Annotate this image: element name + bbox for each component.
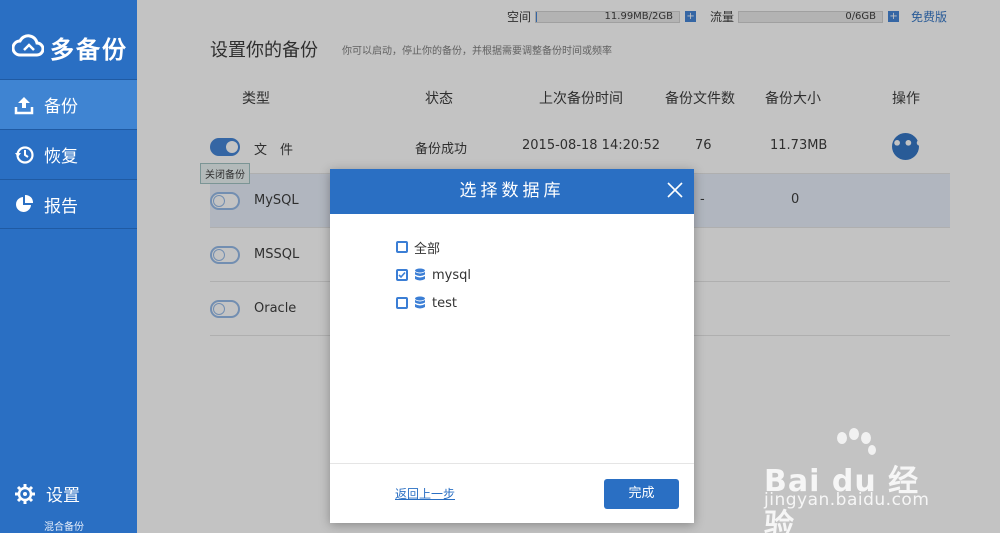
checkbox[interactable]: [396, 241, 408, 253]
back-link[interactable]: 返回上一步: [395, 485, 455, 502]
database-item-all[interactable]: 全部: [396, 233, 471, 261]
dialog-header: 选择数据库: [330, 169, 694, 214]
select-database-dialog: 选择数据库 全部 mysql test 返回上一步 完成: [330, 169, 694, 523]
cloud-logo-icon: [12, 34, 44, 57]
sidebar-item-restore[interactable]: 恢复: [0, 129, 137, 179]
history-icon: [15, 145, 34, 164]
dialog-title: 选择数据库: [459, 181, 565, 201]
sidebar-item-label: 报告: [44, 196, 78, 217]
database-label: 全部: [414, 241, 441, 257]
sidebar-item-settings[interactable]: 设置: [14, 481, 80, 506]
pie-chart-icon: [16, 194, 34, 212]
database-label: test: [432, 295, 457, 311]
upload-icon: [14, 96, 34, 114]
check-icon: [398, 271, 406, 279]
checkbox[interactable]: [396, 297, 408, 309]
logo-text: 多备份: [50, 35, 128, 64]
dialog-footer: 返回上一步 完成: [330, 463, 694, 523]
checkbox-checked[interactable]: [396, 269, 408, 281]
database-list: 全部 mysql test: [396, 233, 471, 317]
sidebar-item-label: 恢复: [44, 147, 78, 167]
settings-label: 设置: [46, 486, 80, 506]
database-label: mysql: [432, 267, 471, 283]
close-icon[interactable]: [666, 181, 684, 199]
sidebar-item-report[interactable]: 报告: [0, 179, 137, 229]
watermark-brand: Bai du 经验: [764, 464, 920, 533]
gear-icon: [15, 483, 35, 504]
sidebar: 多备份 备份 恢复 报告 设置 混合备份: [0, 0, 137, 533]
mix-backup-label: 混合备份: [44, 522, 84, 533]
app-logo[interactable]: 多备份: [12, 30, 128, 64]
database-icon: [415, 268, 425, 281]
database-item-mysql[interactable]: mysql: [396, 261, 471, 289]
sidebar-item-label: 备份: [44, 97, 78, 117]
done-button[interactable]: 完成: [604, 479, 679, 509]
baidu-watermark: jingyan.baidu.com Bai du 经验: [764, 428, 944, 533]
database-item-test[interactable]: test: [396, 289, 471, 317]
sidebar-item-backup[interactable]: 备份: [0, 79, 137, 129]
database-icon: [415, 296, 425, 309]
